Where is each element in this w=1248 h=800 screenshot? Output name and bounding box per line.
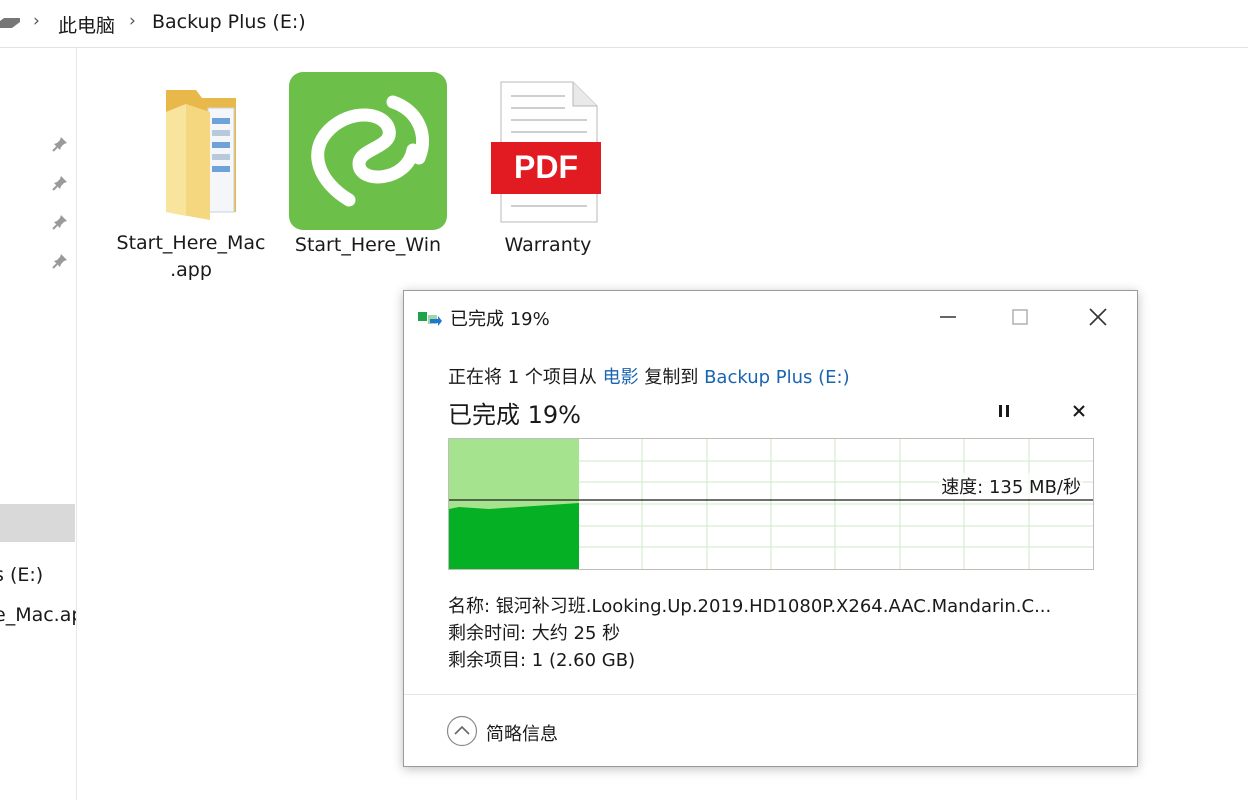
speed-graph: 速度: 135 MB/秒 xyxy=(448,438,1094,570)
file-copy-icon xyxy=(418,312,442,326)
cancel-button[interactable] xyxy=(1067,399,1091,423)
close-button[interactable] xyxy=(1084,303,1112,331)
file-item-start-here-win[interactable]: Start_Here_Win xyxy=(283,72,453,259)
pause-button[interactable] xyxy=(992,399,1016,423)
speed-area xyxy=(449,503,579,569)
chevron-right-icon[interactable]: › xyxy=(129,11,136,31)
file-item-warranty[interactable]: PDF Warranty xyxy=(463,80,633,259)
desc-middle: 复制到 xyxy=(638,367,705,388)
file-name-line: 名称: 银河补习班.Looking.Up.2019.HD1080P.X264.A… xyxy=(448,596,1052,617)
source-link[interactable]: 电影 xyxy=(603,367,639,388)
less-details-label: 简略信息 xyxy=(486,724,558,745)
speed-label: 速度: 135 MB/秒 xyxy=(939,473,1083,499)
pin-icon[interactable] xyxy=(52,253,68,269)
seagate-logo-icon xyxy=(289,72,447,230)
chevron-right-icon[interactable]: › xyxy=(33,11,40,31)
nav-item-drive[interactable]: s (E:) xyxy=(0,564,43,586)
items-remaining: 剩余项目: 1 (2.60 GB) xyxy=(448,650,636,671)
nav-item-file[interactable]: e_Mac.ap xyxy=(0,604,76,626)
destination-link[interactable]: Backup Plus (E:) xyxy=(704,367,850,388)
pin-icon[interactable] xyxy=(52,214,68,230)
percent-complete: 已完成 19% xyxy=(448,401,581,429)
dialog-titlebar[interactable]: 已完成 19% xyxy=(404,291,1137,341)
progress-graph xyxy=(449,439,1093,569)
file-item-start-here-mac[interactable]: Start_Here_Mac .app xyxy=(106,82,276,284)
minimize-button[interactable] xyxy=(934,303,962,331)
pin-icon[interactable] xyxy=(52,175,68,191)
time-remaining: 剩余时间: 大约 25 秒 xyxy=(448,623,621,644)
navigation-pane[interactable]: s (E:) e_Mac.ap xyxy=(0,48,77,800)
nav-item-selected[interactable] xyxy=(0,504,75,542)
maximize-button[interactable] xyxy=(1006,303,1034,331)
desc-prefix: 正在将 1 个项目从 xyxy=(448,367,603,388)
file-name: Start_Here_Win xyxy=(294,234,442,256)
address-bar[interactable]: › 此电脑 › Backup Plus (E:) xyxy=(0,0,1248,48)
dialog-title: 已完成 19% xyxy=(450,309,550,330)
file-name: Start_Here_Mac .app xyxy=(116,232,266,281)
breadcrumb-this-pc[interactable]: 此电脑 xyxy=(58,11,115,38)
breadcrumb-backup-plus[interactable]: Backup Plus (E:) xyxy=(152,11,306,33)
file-name: Warranty xyxy=(504,234,592,256)
copy-description: 正在将 1 个项目从 电影 复制到 Backup Plus (E:) xyxy=(448,363,850,389)
copy-progress-dialog: 已完成 19% 正在将 1 个项目从 电影 复制到 Backup Plus (E… xyxy=(403,290,1138,767)
drive-icon xyxy=(0,18,20,28)
chevron-up-icon[interactable] xyxy=(446,715,478,747)
folder-icon xyxy=(166,90,236,220)
pdf-badge: PDF xyxy=(514,149,578,185)
divider xyxy=(404,694,1137,695)
pin-icon[interactable] xyxy=(52,136,68,152)
pdf-file-icon: PDF xyxy=(491,81,601,223)
